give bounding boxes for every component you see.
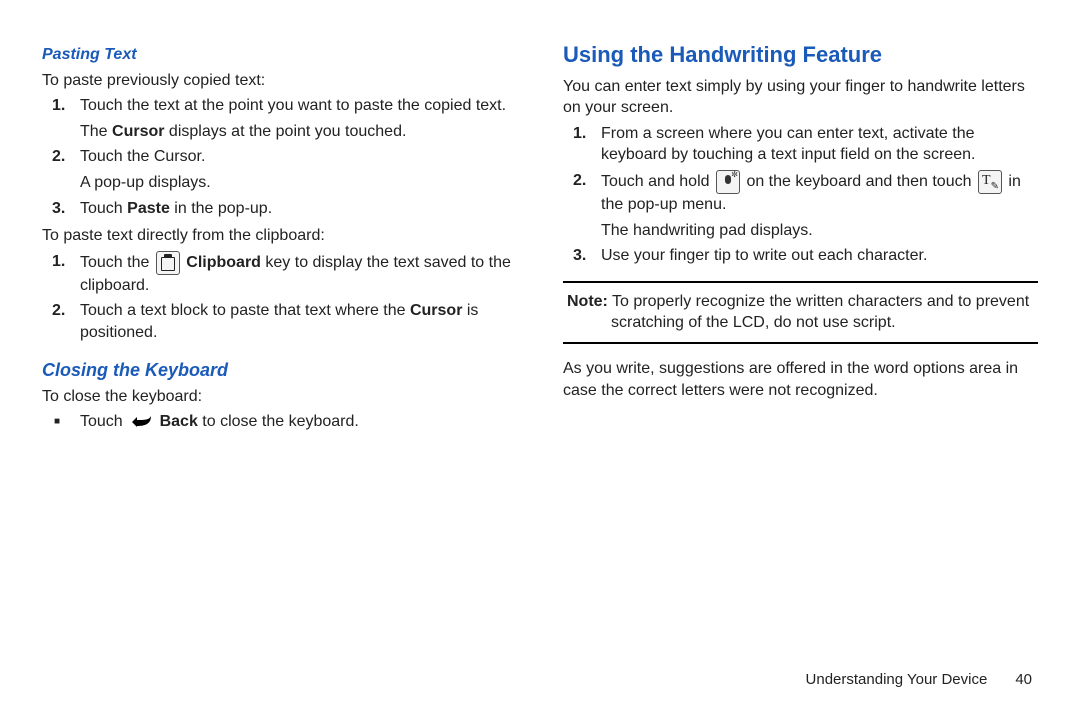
manual-page: Pasting Text To paste previously copied …	[0, 0, 1080, 720]
column-right: Using the Handwriting Feature You can en…	[563, 38, 1038, 405]
close-bullet: Touch Back to close the keyboard.	[72, 411, 517, 433]
step-text: From a screen where you can enter text, …	[601, 125, 975, 164]
steps-clipboard: Touch the Clipboard key to display the t…	[42, 251, 517, 344]
step-text: Touch the text at the point you want to …	[80, 97, 506, 114]
two-column-layout: Pasting Text To paste previously copied …	[42, 38, 1038, 662]
step-3: Use your finger tip to write out each ch…	[593, 245, 1038, 267]
mic-settings-icon	[716, 170, 740, 194]
section-title: Understanding Your Device	[806, 670, 988, 690]
steps-handwriting: From a screen where you can enter text, …	[563, 123, 1038, 267]
heading-handwriting: Using the Handwriting Feature	[563, 40, 1038, 70]
note-text: Note: To properly recognize the written …	[567, 291, 1034, 334]
intro-clipboard: To paste text directly from the clipboar…	[42, 225, 517, 247]
steps-paste: Touch the text at the point you want to …	[42, 95, 517, 219]
heading-closing-keyboard: Closing the Keyboard	[42, 358, 517, 382]
step-sub: The handwriting pad displays.	[601, 220, 1038, 242]
step-1: Touch the Clipboard key to display the t…	[72, 251, 517, 297]
step-1: From a screen where you can enter text, …	[593, 123, 1038, 166]
intro-handwriting: You can enter text simply by using your …	[563, 76, 1038, 119]
after-note-text: As you write, suggestions are offered in…	[563, 358, 1038, 401]
intro-paste: To paste previously copied text:	[42, 70, 517, 92]
step-text: Use your finger tip to write out each ch…	[601, 247, 927, 264]
page-footer: Understanding Your Device 40	[42, 670, 1038, 690]
step-2: Touch and hold on the keyboard and then …	[593, 170, 1038, 241]
step-2: Touch the Cursor. A pop-up displays.	[72, 146, 517, 193]
step-2: Touch a text block to paste that text wh…	[72, 300, 517, 343]
step-sub: The Cursor displays at the point you tou…	[80, 121, 517, 143]
step-1: Touch the text at the point you want to …	[72, 95, 517, 142]
intro-close: To close the keyboard:	[42, 386, 517, 408]
clipboard-icon	[156, 251, 180, 275]
step-3: Touch Paste in the pop-up.	[72, 198, 517, 220]
step-text: Touch the Cursor.	[80, 148, 205, 165]
back-icon	[129, 414, 153, 430]
handwriting-mode-icon	[978, 170, 1002, 194]
column-left: Pasting Text To paste previously copied …	[42, 38, 517, 437]
step-sub: A pop-up displays.	[80, 172, 517, 194]
page-number: 40	[1015, 670, 1032, 690]
close-bullets: Touch Back to close the keyboard.	[42, 411, 517, 433]
heading-pasting-text: Pasting Text	[42, 44, 517, 66]
note-block: Note: To properly recognize the written …	[563, 281, 1038, 344]
